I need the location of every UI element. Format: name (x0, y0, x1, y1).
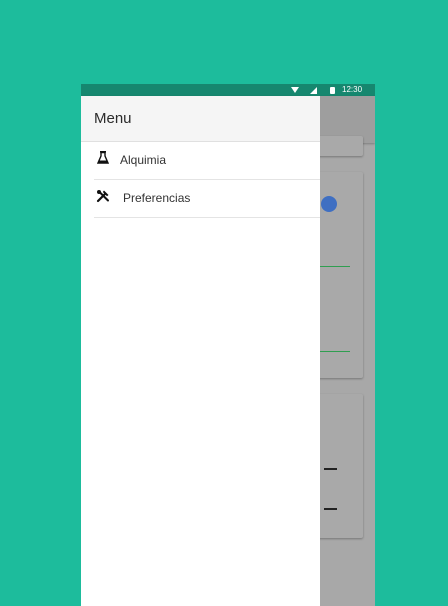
flask-icon (96, 151, 110, 165)
phone-screen: 12:30 Menu Alquimia Preferencias (81, 84, 375, 606)
menu-item-alquimia[interactable]: Alquimia (94, 142, 320, 180)
dash-mark (324, 508, 337, 510)
drawer-header: Menu (81, 96, 320, 142)
wifi-icon (291, 87, 299, 93)
tools-icon (96, 189, 110, 203)
signal-icon (310, 87, 317, 94)
status-time: 12:30 (342, 85, 363, 94)
menu-item-label: Preferencias (123, 191, 191, 205)
input-underline (319, 266, 350, 267)
menu-item-label: Alquimia (120, 153, 167, 167)
drawer-title: Menu (94, 110, 132, 127)
menu-item-preferencias[interactable]: Preferencias (94, 180, 320, 218)
radio-dot (321, 196, 337, 212)
navigation-drawer: Menu Alquimia Preferencias (81, 96, 320, 606)
input-underline (319, 351, 350, 352)
status-bar: 12:30 (81, 84, 375, 96)
battery-icon (330, 87, 335, 94)
dash-mark (324, 468, 337, 470)
